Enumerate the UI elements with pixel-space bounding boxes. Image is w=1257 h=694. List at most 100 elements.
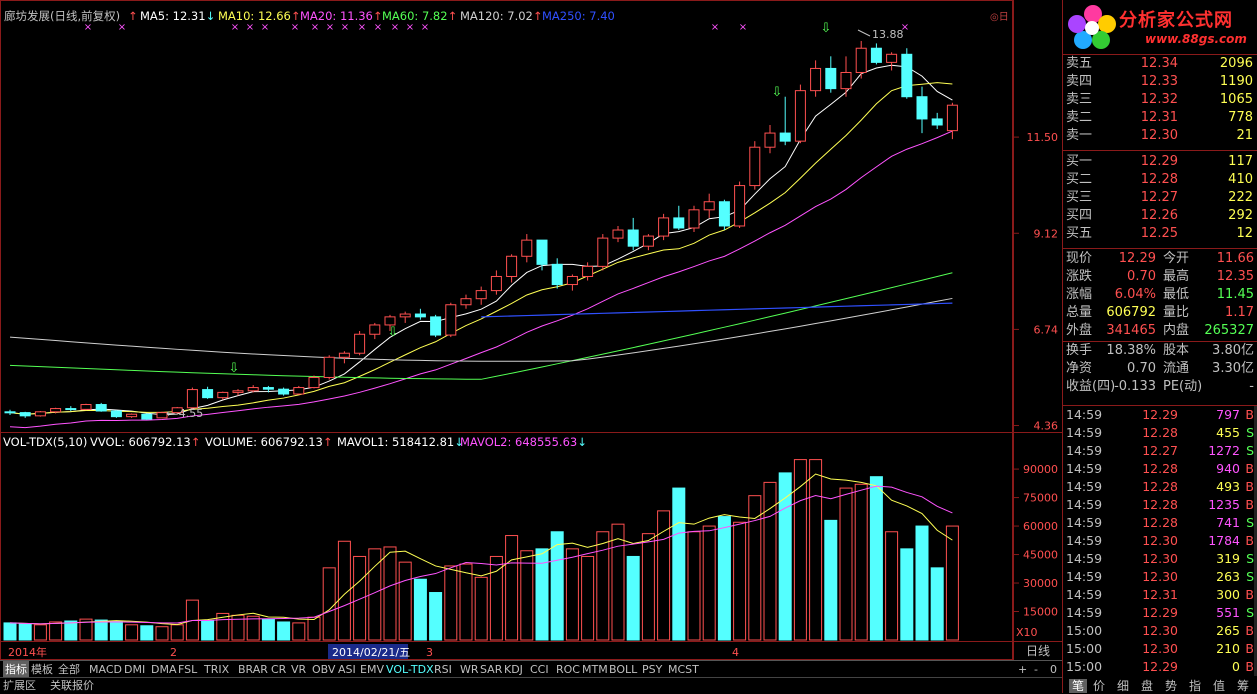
tick-row: 14:59 12.28 741 S	[1063, 514, 1257, 532]
quote-value: -	[1249, 379, 1254, 394]
panel-tab-6[interactable]: 值	[1213, 679, 1225, 693]
indicator-tab-rsi[interactable]: RSI	[434, 661, 452, 678]
indicator-tab-sar[interactable]: SAR	[480, 661, 502, 678]
indicator-tab-boll[interactable]: BOLL	[609, 661, 637, 678]
volume-bar-up	[854, 483, 868, 641]
price-axis-label: 6.74	[1034, 323, 1059, 336]
panel-tab-3[interactable]: 盘	[1141, 679, 1153, 693]
volume-bar-up	[839, 487, 853, 641]
volume-bar-down	[3, 622, 17, 641]
buy-level-1[interactable]: 买一 12.29 117	[1063, 153, 1257, 171]
tick-time: 14:59	[1066, 533, 1103, 548]
indicator-tab-obv[interactable]: OBV	[312, 661, 335, 678]
tick-time: 14:59	[1066, 425, 1103, 440]
volume-bar-up	[748, 495, 762, 641]
level-price: 12.26	[1140, 208, 1178, 223]
high-marker	[857, 29, 871, 37]
quote-row: 外盘 341465 内盘 265327	[1063, 322, 1257, 340]
bottom-tab-0[interactable]: 扩展区	[3, 678, 36, 694]
kline-chart[interactable]: 11.50 9.12 6.74 4.36 90000 75000 60000 45000 300…	[0, 0, 1062, 660]
indicator-tab-emv[interactable]: EMV	[360, 661, 384, 678]
low-annotation: ← 4.55	[166, 407, 203, 420]
trend-arrow-icon: ↓	[577, 435, 587, 449]
sell-level-1[interactable]: 卖一 12.30 21	[1063, 127, 1257, 145]
panel-tab-4[interactable]: 势	[1165, 679, 1177, 693]
indicator-tab-指标[interactable]: 指标	[3, 661, 29, 678]
zoom-control-2[interactable]: 0	[1050, 661, 1057, 678]
candle-down	[870, 47, 882, 63]
indicator-tab-trix[interactable]: TRIX	[204, 661, 229, 678]
candle-up	[354, 333, 366, 354]
indicator-tab-cci[interactable]: CCI	[530, 661, 549, 678]
volume-bar-down	[429, 592, 443, 641]
vol-axis-label: 90000	[1023, 463, 1058, 476]
candle-up	[186, 389, 198, 409]
indicator-tab-dma[interactable]: DMA	[151, 661, 177, 678]
level-label: 买四	[1066, 208, 1093, 223]
vol-axis-label: 60000	[1023, 520, 1058, 533]
panel-tab-1[interactable]: 价	[1093, 679, 1105, 693]
candle-up	[566, 275, 578, 286]
tick-volume: 1272	[1208, 443, 1240, 458]
level-label: 卖三	[1066, 92, 1093, 107]
level-label: 卖四	[1066, 74, 1093, 89]
quote-row: 总量 606792 量比 1.17	[1063, 304, 1257, 322]
quote-value: 0.70	[1127, 269, 1156, 284]
sell-level-5[interactable]: 卖五 12.34 2096	[1063, 55, 1257, 73]
tick-price: 12.30	[1142, 569, 1178, 584]
flower-logo-icon	[1068, 5, 1116, 49]
quote-value: -0.133	[1114, 379, 1156, 394]
tick-side: B	[1245, 587, 1254, 602]
sell-level-2[interactable]: 卖二 12.31 778	[1063, 109, 1257, 127]
chart-area[interactable]: 11.50 9.12 6.74 4.36 90000 75000 60000 45000 300…	[0, 0, 1062, 694]
vol-value-1: VOLUME: 606792.13↑	[205, 435, 333, 449]
volume-bar-up	[246, 615, 260, 641]
trend-arrow-icon: ↑	[190, 435, 201, 449]
indicator-tab-asi[interactable]: ASI	[338, 661, 356, 678]
candle-up	[855, 47, 867, 73]
bottom-tab-1[interactable]: 关联报价	[50, 678, 94, 694]
tick-time: 14:59	[1066, 569, 1103, 584]
panel-tab-5[interactable]: 指	[1189, 679, 1201, 693]
sell-level-3[interactable]: 卖三 12.32 1065	[1063, 91, 1257, 109]
tick-volume: 551	[1216, 605, 1240, 620]
zoom-control-0[interactable]: +	[1018, 661, 1027, 678]
indicator-tab-psy[interactable]: PSY	[642, 661, 662, 678]
indicator-tab-kdj[interactable]: KDJ	[504, 661, 523, 678]
buy-level-5[interactable]: 买五 12.25 12	[1063, 225, 1257, 243]
volume-bar-down	[824, 519, 838, 641]
indicator-tab-wr[interactable]: WR	[460, 661, 479, 678]
volume-bar-up	[489, 555, 503, 641]
panel-tab-2[interactable]: 细	[1117, 679, 1129, 693]
candle-down	[65, 408, 77, 411]
quote-panel: 分析家公式网 www.88gs.com 卖五 12.34 2096 卖四 12.33 11…	[1062, 0, 1257, 693]
sell-level-4[interactable]: 卖四 12.33 1190	[1063, 73, 1257, 91]
vol-axis-label: 75000	[1023, 492, 1058, 505]
quote-value: 3.80亿	[1212, 343, 1254, 358]
indicator-tab-brar[interactable]: BRAR	[238, 661, 268, 678]
indicator-tab-fsl[interactable]: FSL	[178, 661, 197, 678]
indicator-tab-vol-tdx[interactable]: VOL-TDX	[386, 661, 434, 678]
indicator-tab-macd[interactable]: MACD	[89, 661, 122, 678]
indicator-tab-模板[interactable]: 模板	[31, 661, 53, 678]
tick-row: 14:59 12.27 1272 S	[1063, 442, 1257, 460]
quote-row: 现价 12.29 今开 11.66	[1063, 250, 1257, 268]
tick-price: 12.30	[1142, 641, 1178, 656]
tick-time: 14:59	[1066, 605, 1103, 620]
buy-level-2[interactable]: 买二 12.28 410	[1063, 171, 1257, 189]
indicator-tab-vr[interactable]: VR	[291, 661, 306, 678]
indicator-tab-mtm[interactable]: MTM	[582, 661, 608, 678]
indicator-tab-mcst[interactable]: MCST	[668, 661, 699, 678]
indicator-tab-cr[interactable]: CR	[271, 661, 286, 678]
indicator-tab-roc[interactable]: ROC	[556, 661, 580, 678]
ma-toggle-icon[interactable]: ↑	[128, 8, 138, 24]
buy-level-4[interactable]: 买四 12.26 292	[1063, 207, 1257, 225]
buy-level-3[interactable]: 买三 12.27 222	[1063, 189, 1257, 207]
panel-tab-0[interactable]: 笔	[1069, 679, 1088, 693]
indicator-tab-dmi[interactable]: DMI	[124, 661, 145, 678]
level-volume: 2096	[1219, 56, 1253, 71]
panel-tab-7[interactable]: 筹	[1237, 679, 1249, 693]
zoom-control-1[interactable]: -	[1034, 661, 1038, 678]
indicator-tab-全部[interactable]: 全部	[58, 661, 80, 678]
ma-value-2: MA20: 11.36↑	[300, 9, 383, 23]
